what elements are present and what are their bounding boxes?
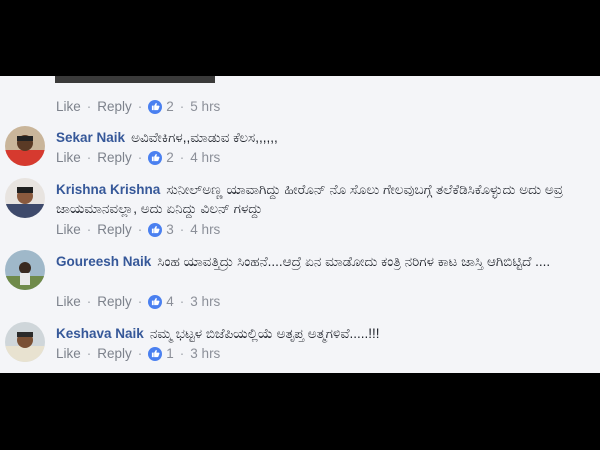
reply-link[interactable]: Reply	[97, 150, 132, 165]
comment-actions: Like · Reply · 3 · 4 hrs	[56, 222, 220, 237]
like-link[interactable]: Like	[56, 222, 81, 237]
separator-dot: ·	[137, 150, 143, 165]
timestamp[interactable]: 5 hrs	[190, 99, 220, 114]
separator-dot: ·	[179, 346, 185, 361]
separator-dot: ·	[179, 294, 185, 309]
separator-dot: ·	[179, 222, 185, 237]
thumbs-up-icon	[148, 346, 163, 361]
separator-dot: ·	[86, 150, 92, 165]
comment-author[interactable]: Krishna Krishna	[56, 182, 160, 197]
like-link[interactable]: Like	[56, 294, 81, 309]
reply-link[interactable]: Reply	[97, 99, 132, 114]
timestamp[interactable]: 4 hrs	[190, 150, 220, 165]
comment-actions: Like · Reply · 2 · 5 hrs	[56, 99, 220, 114]
comment-text: ಸಿಂಹ ಯಾವತ್ತಿದ್ರು ಸಿಂಹನೆ....ಆದ್ರೆ ಏನ ಮಾಡೋ…	[157, 254, 551, 269]
like-link[interactable]: Like	[56, 99, 81, 114]
separator-dot: ·	[137, 294, 143, 309]
reaction-count[interactable]: 3	[148, 222, 174, 237]
comment-body: Keshava Naik ನಮ್ಮ ಭಟ್ಟಳ ಬಿಜೆಪಿಯಲ್ಲಿಯೆ ಅತೃ…	[56, 324, 586, 343]
reaction-count[interactable]: 2	[148, 150, 174, 165]
comment-body: Sekar Naik ಅವಿವೇಕಿಗಳ,,ಮಾಡುವ ಕೆಲಸ,,,,,,	[56, 128, 586, 147]
avatar[interactable]	[5, 126, 45, 166]
separator-dot: ·	[86, 294, 92, 309]
timestamp[interactable]: 3 hrs	[190, 346, 220, 361]
comment-actions: Like · Reply · 2 · 4 hrs	[56, 150, 220, 165]
reaction-count[interactable]: 2	[148, 99, 174, 114]
comment-author[interactable]: Keshava Naik	[56, 326, 144, 341]
timestamp[interactable]: 3 hrs	[190, 294, 220, 309]
comment-body: Goureesh Naik ಸಿಂಹ ಯಾವತ್ತಿದ್ರು ಸಿಂಹನೆ....…	[56, 252, 586, 271]
avatar[interactable]	[5, 250, 45, 290]
reaction-count-value: 2	[166, 150, 174, 165]
separator-dot: ·	[86, 99, 92, 114]
reaction-count-value: 4	[166, 294, 174, 309]
thumbs-up-icon	[148, 222, 163, 237]
like-link[interactable]: Like	[56, 346, 81, 361]
comments-panel: Like · Reply · 2 · 5 hrs Sekar Naik ಅವಿವೇ…	[0, 76, 600, 373]
thumbs-up-icon	[148, 99, 163, 114]
comment-actions: Like · Reply · 1 · 3 hrs	[56, 346, 220, 361]
reaction-count-value: 1	[166, 346, 174, 361]
separator-dot: ·	[137, 346, 143, 361]
reaction-count-value: 2	[166, 99, 174, 114]
separator-dot: ·	[179, 150, 185, 165]
reaction-count-value: 3	[166, 222, 174, 237]
separator-dot: ·	[86, 346, 92, 361]
like-link[interactable]: Like	[56, 150, 81, 165]
separator-dot: ·	[137, 99, 143, 114]
comment-author[interactable]: Sekar Naik	[56, 130, 125, 145]
comment-body: Krishna Krishna ಸುನೀಲ್ಅಣ್ಣ ಯಾವಾಗಿದ್ದು ಹೀರ…	[56, 180, 586, 218]
thumbs-up-icon	[148, 294, 163, 309]
reply-link[interactable]: Reply	[97, 222, 132, 237]
image-preview-edge	[55, 76, 215, 83]
avatar[interactable]	[5, 322, 45, 362]
separator-dot: ·	[137, 222, 143, 237]
thumbs-up-icon	[148, 150, 163, 165]
reaction-count[interactable]: 4	[148, 294, 174, 309]
reply-link[interactable]: Reply	[97, 294, 132, 309]
reply-link[interactable]: Reply	[97, 346, 132, 361]
comment-text: ನಮ್ಮ ಭಟ್ಟಳ ಬಿಜೆಪಿಯಲ್ಲಿಯೆ ಅತೃಪ್ತ ಅತ್ಮಗಳಿವ…	[149, 326, 380, 341]
reaction-count[interactable]: 1	[148, 346, 174, 361]
comment-text: ಅವಿವೇಕಿಗಳ,,ಮಾಡುವ ಕೆಲಸ,,,,,,	[131, 130, 278, 145]
comment-actions: Like · Reply · 4 · 3 hrs	[56, 294, 220, 309]
avatar[interactable]	[5, 178, 45, 218]
timestamp[interactable]: 4 hrs	[190, 222, 220, 237]
separator-dot: ·	[179, 99, 185, 114]
separator-dot: ·	[86, 222, 92, 237]
comment-author[interactable]: Goureesh Naik	[56, 254, 151, 269]
